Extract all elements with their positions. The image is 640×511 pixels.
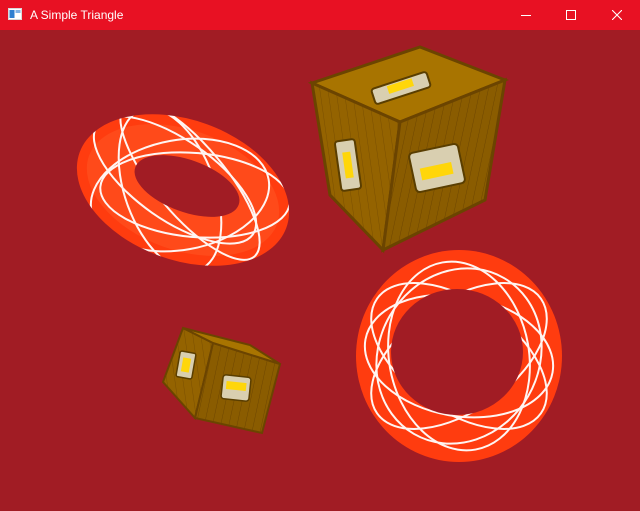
title-bar[interactable]: A Simple Triangle	[0, 0, 640, 30]
close-button[interactable]	[594, 0, 640, 30]
maximize-button[interactable]	[548, 0, 594, 30]
maximize-icon	[566, 10, 576, 20]
minimize-icon	[521, 15, 531, 16]
app-window: A Simple Triangle	[0, 0, 640, 511]
torus-top-left	[60, 99, 310, 280]
lock-icon	[220, 374, 252, 402]
scene-canvas	[0, 30, 640, 511]
close-icon	[612, 10, 622, 20]
window-title: A Simple Triangle	[30, 8, 124, 22]
minimize-button[interactable]	[503, 0, 549, 30]
app-icon	[8, 8, 22, 20]
torus-bottom-right	[350, 245, 570, 470]
render-viewport[interactable]	[0, 30, 640, 511]
lock-icon	[175, 350, 197, 380]
